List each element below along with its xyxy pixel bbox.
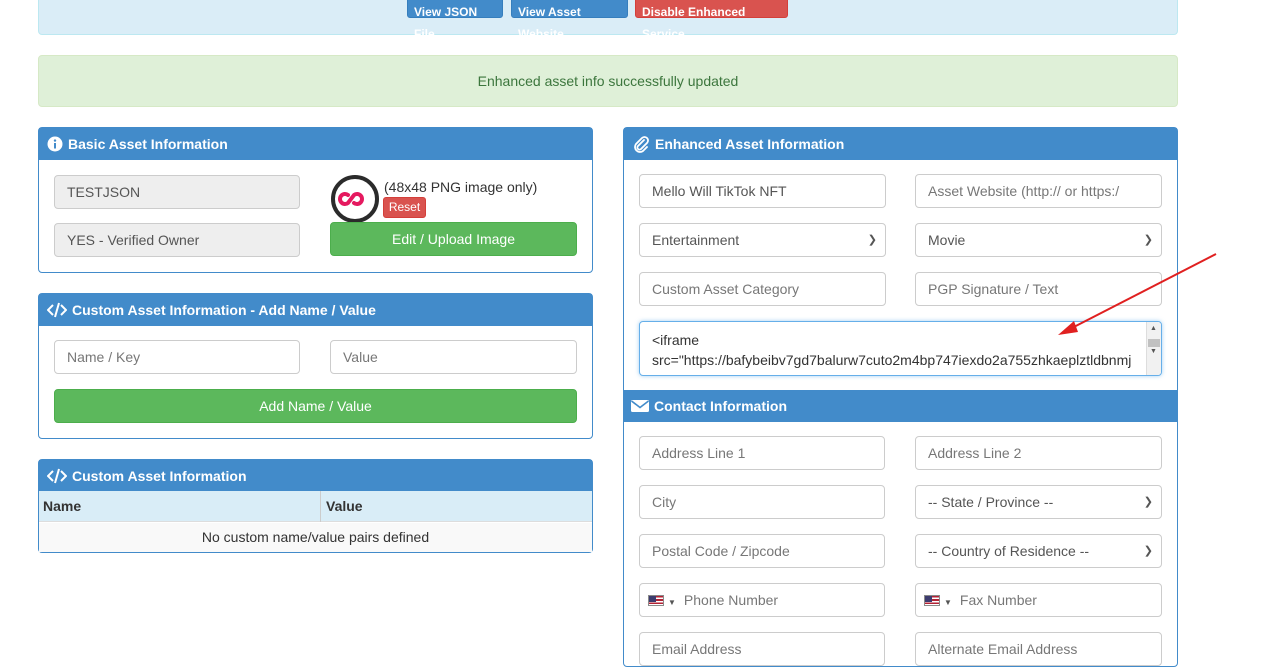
upload-image-button[interactable]: Edit / Upload Image	[330, 222, 577, 256]
subcategory-selected-value: Movie	[928, 232, 966, 248]
alternate-email-input[interactable]: Alternate Email Address	[915, 632, 1162, 666]
asset-logo-image	[331, 175, 379, 223]
view-asset-website-button[interactable]: View Asset Website	[511, 0, 628, 41]
empty-table-message: No custom name/value pairs defined	[39, 523, 592, 552]
asset-description-input[interactable]: Mello Will TikTok NFT	[639, 174, 886, 208]
phone-number-input[interactable]: ▼ Phone Number	[639, 583, 885, 617]
custom-category-input[interactable]: Custom Asset Category	[639, 272, 886, 306]
custom-add-title: Custom Asset Information - Add Name / Va…	[72, 301, 376, 318]
us-flag-icon[interactable]	[648, 595, 664, 606]
country-selected-value: -- Country of Residence --	[928, 543, 1090, 559]
address-line-1-input[interactable]: Address Line 1	[639, 436, 885, 470]
image-size-note: (48x48 PNG image only)	[384, 179, 538, 195]
embed-code-line-1: <iframe	[652, 332, 700, 348]
value-input[interactable]: Value	[330, 340, 577, 374]
fax-placeholder: Fax Number	[959, 592, 1037, 608]
asset-name-field[interactable]: TESTJSON	[54, 175, 300, 209]
custom-add-panel: Custom Asset Information - Add Name / Va…	[38, 293, 593, 439]
add-name-value-button[interactable]: Add Name / Value	[54, 389, 577, 423]
reset-image-button[interactable]: Reset	[383, 197, 426, 218]
code-icon	[47, 468, 67, 484]
column-header-name: Name	[43, 498, 82, 514]
column-divider	[320, 491, 321, 522]
postal-code-input[interactable]: Postal Code / Zipcode	[639, 534, 885, 568]
custom-list-title: Custom Asset Information	[72, 467, 247, 484]
code-icon	[47, 302, 67, 318]
contact-title: Contact Information	[654, 397, 787, 414]
chevron-down-icon: ❯	[1143, 496, 1153, 508]
column-header-value: Value	[326, 498, 363, 514]
email-address-input[interactable]: Email Address	[639, 632, 885, 666]
envelope-icon	[631, 400, 649, 412]
custom-add-heading: Custom Asset Information - Add Name / Va…	[39, 294, 592, 326]
contact-heading: Contact Information	[624, 390, 1177, 422]
info-icon	[47, 136, 63, 152]
fax-number-input[interactable]: ▼ Fax Number	[915, 583, 1162, 617]
caret-down-icon[interactable]: ▼	[944, 598, 952, 607]
embed-code-line-2: src="https://bafybeibv7gd7balurw7cuto2m4…	[652, 352, 1132, 368]
us-flag-icon[interactable]	[924, 595, 940, 606]
city-input[interactable]: City	[639, 485, 885, 519]
chevron-down-icon: ❯	[867, 234, 877, 246]
category-selected-value: Entertainment	[652, 232, 740, 248]
address-line-2-input[interactable]: Address Line 2	[915, 436, 1162, 470]
basic-asset-heading: Basic Asset Information	[39, 128, 592, 160]
category-select[interactable]: Entertainment ❯	[639, 223, 886, 257]
enhanced-asset-title: Enhanced Asset Information	[655, 135, 845, 152]
annotation-arrow	[1058, 253, 1217, 335]
table-header: Name Value	[39, 491, 592, 522]
state-selected-value: -- State / Province --	[928, 494, 1054, 510]
chevron-down-icon: ❯	[1143, 545, 1153, 557]
country-select[interactable]: -- Country of Residence -- ❯	[915, 534, 1162, 568]
enhanced-asset-heading: Enhanced Asset Information	[624, 128, 1177, 160]
phone-placeholder: Phone Number	[683, 592, 779, 608]
disable-enhanced-service-button[interactable]: Disable Enhanced Service	[635, 0, 788, 41]
custom-list-heading: Custom Asset Information	[39, 460, 592, 492]
success-alert: Enhanced asset info successfully updated	[38, 55, 1178, 107]
paperclip-icon	[634, 136, 649, 153]
name-key-input[interactable]: Name / Key	[54, 340, 300, 374]
basic-asset-panel: Basic Asset Information TESTJSON YES - V…	[38, 127, 593, 273]
state-select[interactable]: -- State / Province -- ❯	[915, 485, 1162, 519]
owner-status-field[interactable]: YES - Verified Owner	[54, 223, 300, 257]
view-json-button[interactable]: View JSON File	[407, 0, 503, 41]
basic-asset-title: Basic Asset Information	[68, 135, 228, 152]
asset-website-input[interactable]: Asset Website (http:// or https:/	[915, 174, 1162, 208]
caret-down-icon[interactable]: ▼	[668, 598, 676, 607]
custom-list-panel: Custom Asset Information Name Value No c…	[38, 459, 593, 553]
